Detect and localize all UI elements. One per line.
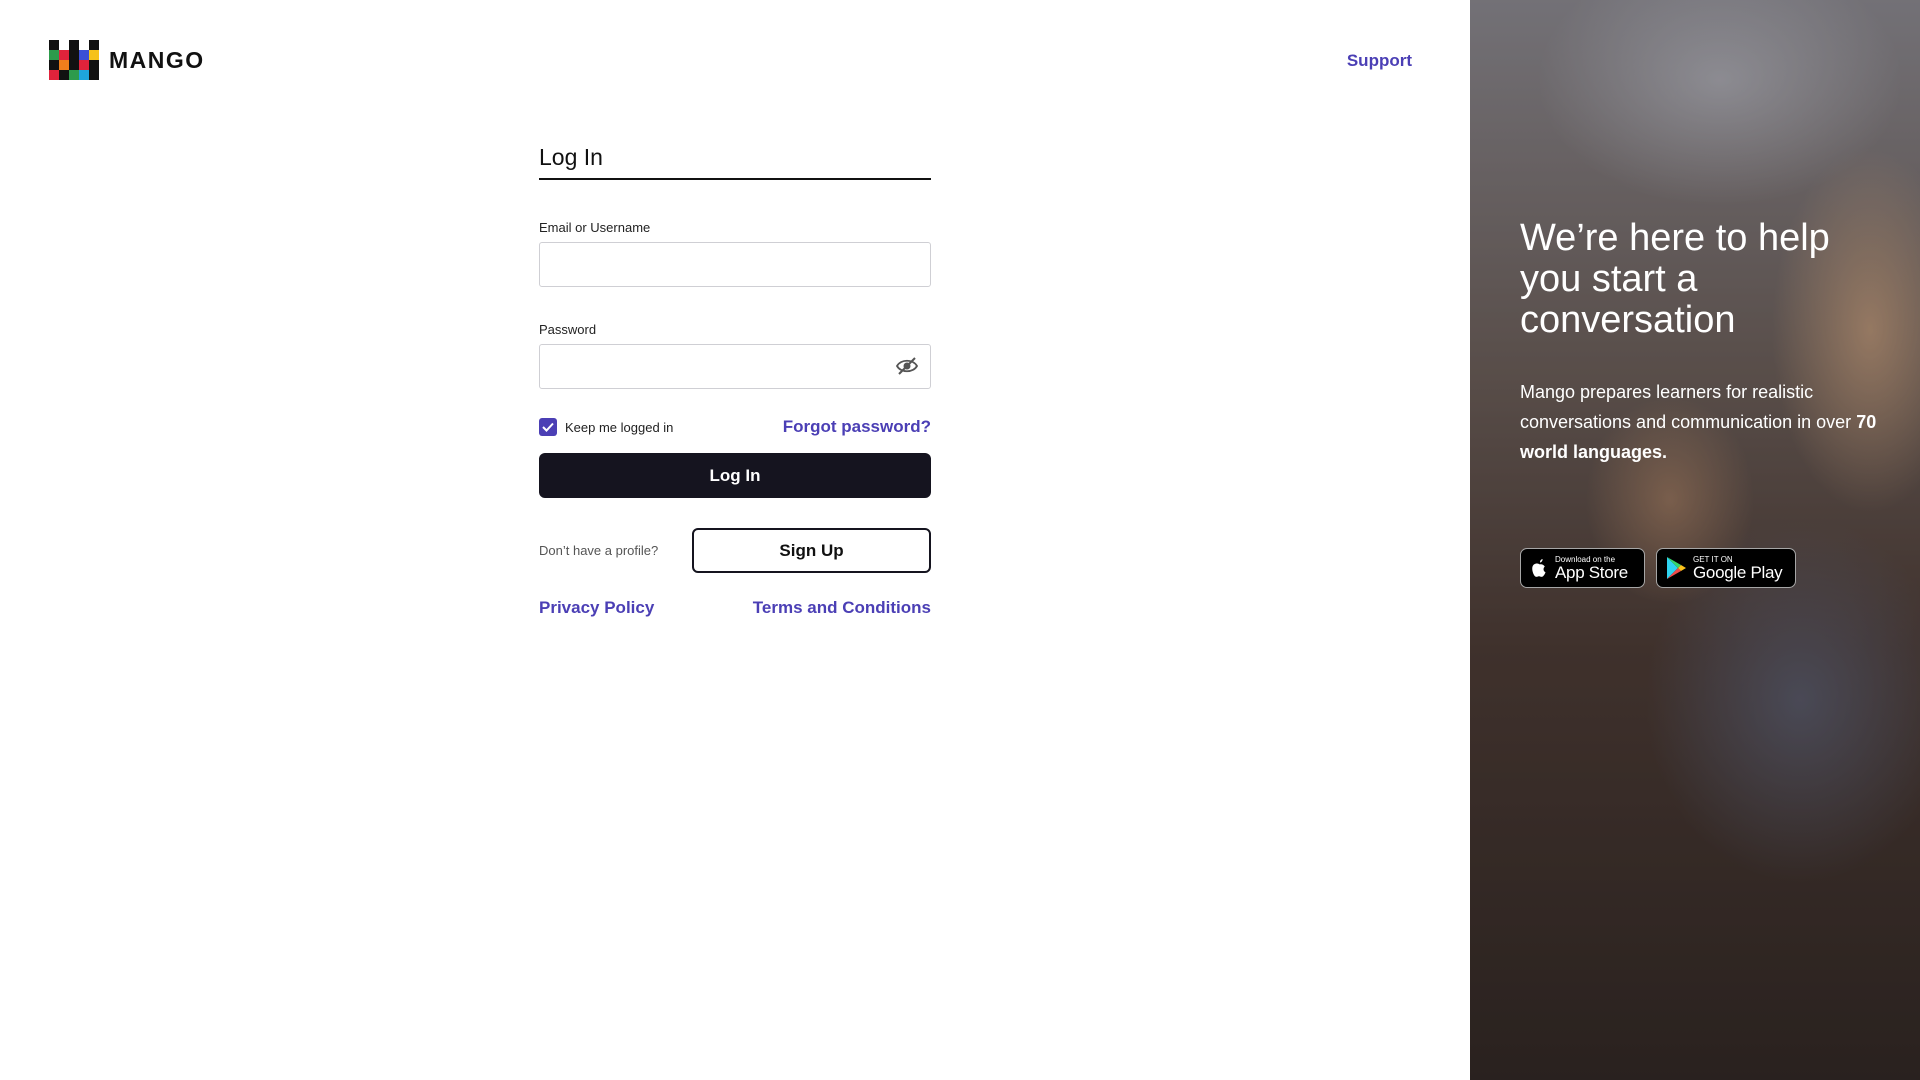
no-profile-text: Don’t have a profile? [539,543,659,558]
brand-logo[interactable]: MANGO [49,40,205,80]
signup-button[interactable]: Sign Up [692,528,931,573]
keep-logged-in-label: Keep me logged in [565,419,674,435]
support-link[interactable]: Support [1347,51,1412,71]
google-play-icon [1667,557,1686,579]
keep-logged-row: Keep me logged in Forgot password? [539,417,931,437]
password-field[interactable] [539,344,931,389]
google-play-badge[interactable]: GET IT ON Google Play [1656,548,1796,588]
terms-link[interactable]: Terms and Conditions [753,598,931,618]
login-button[interactable]: Log In [539,453,931,498]
hero-text-prefix: Mango prepares learners for realistic co… [1520,382,1852,432]
login-panel: MANGO Support Log In Email or Username P… [0,0,1470,1080]
app-badges: Download on the App Store GET IT ON Goog… [1520,548,1796,588]
email-label: Email or Username [539,220,651,235]
eye-hidden-icon[interactable] [895,355,919,377]
keep-logged-in[interactable]: Keep me logged in [539,418,673,436]
hero-content: We’re here to help you start a conversat… [1520,218,1880,485]
app-store-big-text: App Store [1555,562,1628,582]
app-store-badge[interactable]: Download on the App Store [1520,548,1645,588]
hero-panel: We’re here to help you start a conversat… [1470,0,1920,1080]
checkmark-icon [542,422,554,432]
privacy-policy-link[interactable]: Privacy Policy [539,598,654,618]
hero-heading: We’re here to help you start a conversat… [1520,217,1830,341]
login-form: Log In Email or Username Password Keep m… [539,144,931,618]
hero-text: Mango prepares learners for realistic co… [1520,377,1880,467]
page-title: Log In [539,144,931,180]
password-wrapper [539,344,931,389]
apple-icon [1532,559,1546,577]
google-play-big-text: Google Play [1693,562,1783,582]
password-label: Password [539,322,597,337]
email-field[interactable] [539,242,931,287]
mango-logo-icon [49,40,99,80]
signup-row: Don’t have a profile? Sign Up [539,528,931,573]
brand-name: MANGO [109,46,205,73]
legal-links: Privacy Policy Terms and Conditions [539,598,931,618]
forgot-password-link[interactable]: Forgot password? [783,417,931,437]
keep-logged-in-checkbox[interactable] [539,418,557,436]
